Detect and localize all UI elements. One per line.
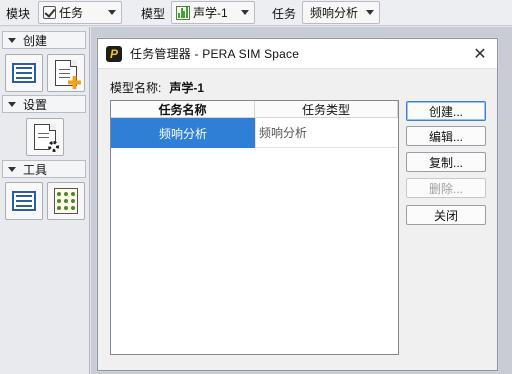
column-header-task-type[interactable]: 任务类型 bbox=[255, 101, 398, 117]
edit-button[interactable]: 编辑... bbox=[406, 126, 486, 146]
new-doc-icon bbox=[55, 60, 81, 89]
task-manager-dialog: P 任务管理器 - PERA SIM Space ✕ 模型名称: 声学-1 任务名… bbox=[97, 38, 498, 371]
section-create-label: 创建 bbox=[23, 33, 48, 48]
task-dropdown-value: 频响分析 bbox=[310, 6, 359, 20]
section-create-header[interactable]: 创建 bbox=[2, 31, 86, 49]
create-list-button[interactable] bbox=[5, 54, 43, 92]
section-tools-header[interactable]: 工具 bbox=[2, 160, 86, 178]
top-toolbar: 模块 任务 模型 声学-1 任务 频响分析 bbox=[0, 0, 512, 26]
model-dropdown[interactable]: 声学-1 bbox=[171, 1, 255, 24]
chevron-down-icon bbox=[366, 10, 374, 15]
list-icon bbox=[12, 191, 36, 211]
module-label: 模块 bbox=[6, 7, 31, 21]
pera-logo-icon: P bbox=[106, 45, 122, 62]
collapse-triangle-icon bbox=[8, 166, 16, 172]
chevron-down-icon bbox=[108, 10, 116, 15]
task-check-icon bbox=[43, 6, 56, 19]
tools-grid-button[interactable] bbox=[47, 182, 85, 220]
delete-button[interactable]: 删除... bbox=[406, 178, 486, 198]
collapse-triangle-icon bbox=[8, 101, 16, 107]
tools-list-button[interactable] bbox=[5, 182, 43, 220]
collapse-triangle-icon bbox=[8, 37, 16, 43]
settings-doc-button[interactable] bbox=[26, 118, 64, 156]
close-button[interactable]: 关闭 bbox=[406, 205, 486, 225]
table-row[interactable]: 频响分析 频响分析 bbox=[111, 118, 398, 148]
module-dropdown-value: 任务 bbox=[59, 6, 84, 20]
model-name-label: 模型名称: bbox=[110, 81, 162, 95]
create-button[interactable]: 创建... bbox=[406, 101, 486, 121]
section-settings-label: 设置 bbox=[23, 97, 48, 112]
task-dropdown[interactable]: 频响分析 bbox=[302, 1, 380, 24]
chevron-down-icon bbox=[241, 10, 249, 15]
cell-task-name[interactable]: 频响分析 bbox=[111, 118, 255, 148]
section-tools-label: 工具 bbox=[23, 162, 48, 177]
dialog-title: 任务管理器 - PERA SIM Space bbox=[130, 47, 300, 61]
close-icon[interactable]: ✕ bbox=[469, 43, 491, 65]
section-settings-header[interactable]: 设置 bbox=[2, 95, 86, 113]
model-name-row: 模型名称: 声学-1 bbox=[110, 79, 204, 96]
create-new-doc-button[interactable] bbox=[47, 54, 85, 92]
model-name-value: 声学-1 bbox=[169, 81, 205, 95]
model-dropdown-value: 声学-1 bbox=[193, 6, 228, 20]
dialog-titlebar[interactable]: P 任务管理器 - PERA SIM Space ✕ bbox=[98, 39, 497, 69]
table-header: 任务名称 任务类型 bbox=[111, 101, 398, 118]
dots-grid-icon bbox=[54, 188, 78, 214]
doc-settings-icon bbox=[34, 124, 59, 152]
task-table: 任务名称 任务类型 频响分析 频响分析 bbox=[110, 100, 399, 355]
model-label: 模型 bbox=[141, 7, 166, 21]
acoustic-model-icon bbox=[176, 5, 190, 20]
copy-button[interactable]: 复制... bbox=[406, 152, 486, 172]
left-tool-panel: 创建 设置 工具 bbox=[0, 27, 90, 374]
task-label: 任务 bbox=[272, 7, 297, 21]
module-dropdown[interactable]: 任务 bbox=[38, 1, 122, 24]
cell-task-type[interactable]: 频响分析 bbox=[255, 118, 398, 148]
list-icon bbox=[12, 63, 36, 83]
column-header-task-name[interactable]: 任务名称 bbox=[111, 101, 255, 117]
